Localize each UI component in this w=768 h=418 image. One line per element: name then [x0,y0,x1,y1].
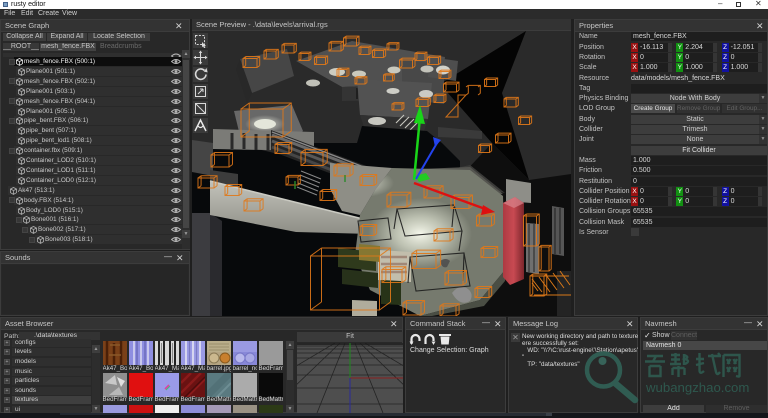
svg-text:wubangzhao.com: wubangzhao.com [645,380,749,395]
